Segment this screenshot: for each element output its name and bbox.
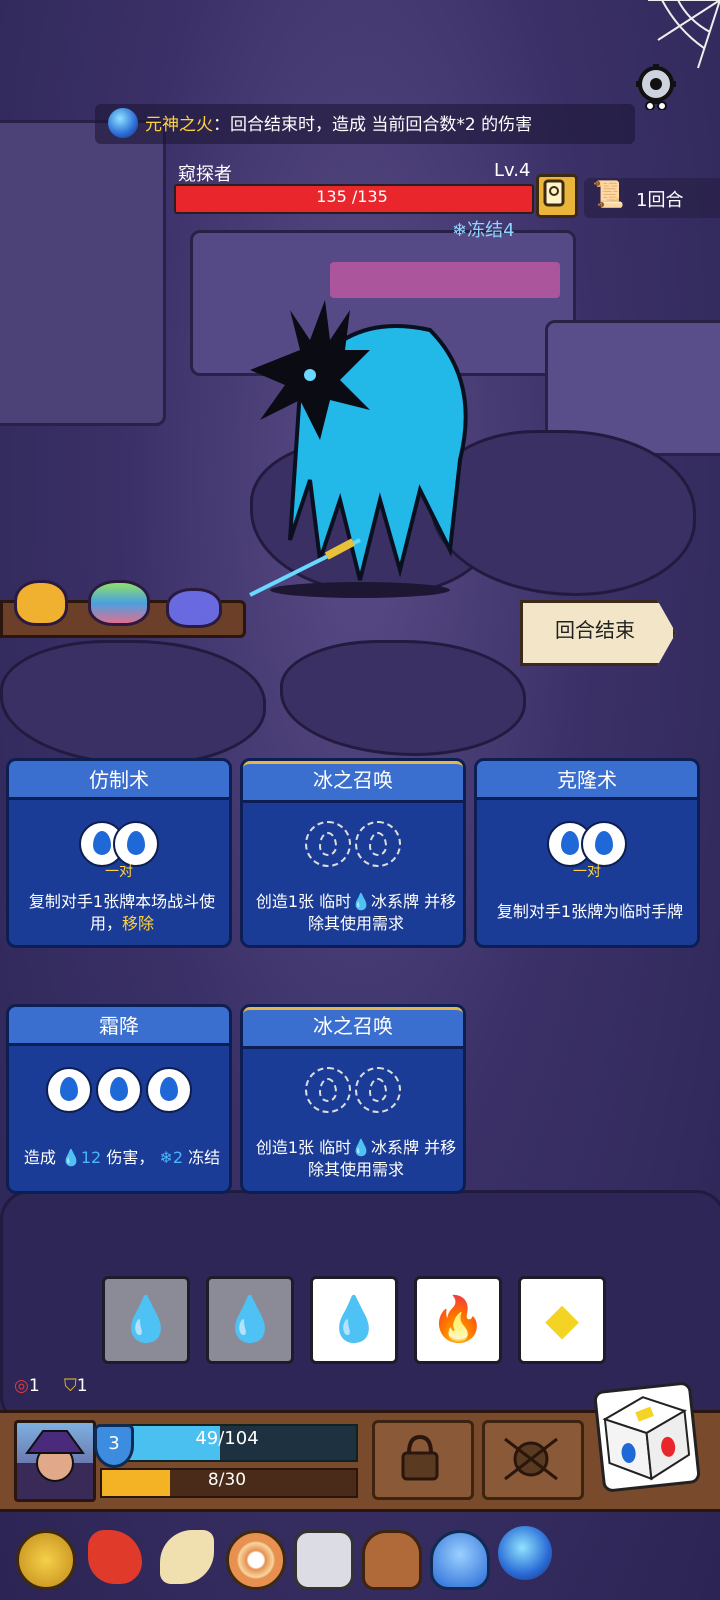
card-ice-summon[interactable]: 冰之召唤 创造1张 临时💧冰系牌 并移除其使用需求 [240,1004,466,1194]
water-drop-icon: 💧 [60,1148,81,1167]
card-description: 创造1张 临时💧冰系牌 并移除其使用需求 [251,891,461,935]
game-screen: 元神之火：回合结束时，造成 当前回合数*2 的伤害 窥探者 Lv.4 135 /… [0,0,720,1600]
diamond-icon: ◆ [545,1294,579,1345]
blue-spirit-flame-icon [108,108,138,138]
background-stone [0,640,266,766]
background-wall [0,120,166,426]
card-desc-text: 伤害， [106,1148,155,1167]
card-title: 克隆术 [557,768,617,792]
rainbow-potion-icon[interactable] [88,580,150,626]
card-description: 复制对手1张牌本场战斗使用，移除 [17,891,227,935]
card-clone[interactable]: 克隆术 一对 复制对手1张牌为临时手牌 [474,758,700,948]
player-hp-text: 49/104 [195,1428,259,1449]
defense-counter-value: 1 [76,1376,88,1396]
horn-icon[interactable] [160,1530,214,1584]
defense-counter: ⛉1 [64,1376,88,1396]
card-dice-requirement [243,821,463,867]
attack-counter: ◎1 [14,1376,40,1396]
blue-potion-icon[interactable] [166,588,222,628]
damage-value: 12 [80,1148,102,1167]
water-drop-icon [146,1067,192,1113]
die-water-used[interactable]: 💧 [102,1276,190,1364]
freeze-value: 2 [172,1148,184,1167]
card-title: 仿制术 [89,768,149,792]
enemy-name: 窥探者 [178,164,232,185]
info-scroll-icon[interactable] [536,174,578,218]
card-frostfall[interactable]: 霜降 造成 💧12 伤害， ❄2 冻结 [6,1004,232,1194]
empty-drop-slot-icon [355,821,401,867]
card-desc-text: 冻结 [188,1148,221,1167]
card-description: 造成 💧12 伤害， ❄2 冻结 [17,1147,227,1169]
blue-mushroom-icon[interactable] [430,1530,490,1590]
status-effect-name: 元神之火 [145,115,213,135]
empty-drop-slot-icon [305,821,351,867]
stone-tablet-icon[interactable] [294,1530,354,1590]
die-fire[interactable]: 🔥 [414,1276,502,1364]
empty-drop-slot-icon [305,1067,351,1113]
snowflake-icon: ❄ [452,220,468,241]
snowflake-icon: ❄ [159,1148,173,1167]
card-requirement-label: 一对 [573,864,601,880]
water-drop-icon [96,1067,142,1113]
locked-skill-slot[interactable] [372,1420,474,1500]
card-desc-keyword: 移除 [122,914,155,933]
water-drop-icon: 💧 [326,1294,382,1345]
card-desc-text: 造成 [23,1148,56,1167]
card-ice-summon[interactable]: 冰之召唤 创造1张 临时💧冰系牌 并移除其使用需求 [240,758,466,948]
gear-icon[interactable] [626,62,686,111]
card-title: 冰之召唤 [313,768,393,792]
status-effect-description: ：回合结束时，造成 当前回合数*2 的伤害 [213,115,533,135]
gold-coin-icon[interactable] [16,1530,76,1590]
background-stone [280,640,526,756]
water-drop-icon: 💧 [351,892,372,911]
card-title: 冰之召唤 [313,1014,393,1038]
freeze-status: ❄冻结4 [452,216,515,242]
water-drop-icon: 💧 [351,1138,372,1157]
ring-target-icon[interactable] [226,1530,286,1590]
die-water[interactable]: 💧 [310,1276,398,1364]
die-gold[interactable]: ◆ [518,1276,606,1364]
leather-bag-icon[interactable] [362,1530,422,1590]
shield-badge-icon: ⛉ [64,1376,77,1396]
water-drop-icon: 💧 [118,1294,174,1345]
empty-drop-slot-icon [355,1067,401,1113]
blue-spirit-icon[interactable] [498,1526,552,1580]
card-description: 复制对手1张牌为临时手牌 [496,902,684,921]
amber-potion-icon[interactable] [14,580,68,626]
freeze-label: 冻结4 [467,220,515,241]
locked-skill-slot[interactable] [482,1420,584,1500]
end-turn-label[interactable]: 回合结束 [520,614,670,643]
status-effect-text: 元神之火：回合结束时，造成 当前回合数*2 的伤害 [145,110,532,135]
enemy-monster[interactable] [230,290,490,600]
avatar[interactable] [14,1420,96,1502]
spider-web-icon [638,0,720,70]
player-xp-text: 8/30 [207,1470,247,1490]
water-drop-icon [46,1067,92,1113]
card-dice-requirement [243,1067,463,1113]
target-icon: ◎ [14,1376,29,1396]
card-title: 霜降 [99,1014,139,1038]
red-dragon-icon[interactable] [88,1530,142,1584]
fire-icon: 🔥 [430,1294,486,1345]
card-desc-text: 创造1张 临时 [255,892,352,911]
enemy-level: Lv.4 [494,160,531,181]
card-requirement-label: 一对 [105,864,133,880]
enemy-hp-text: 135 /135 [316,187,388,206]
scroll-icon: 📜 [592,180,625,210]
die-water-used[interactable]: 💧 [206,1276,294,1364]
turn-counter: 1回合 [636,190,684,211]
card-desc-text: 创造1张 临时 [255,1138,352,1157]
card-imitation[interactable]: 仿制术 一对 复制对手1张牌本场战斗使用，移除 [6,758,232,948]
dice-roll-icon[interactable] [592,1381,702,1493]
card-description: 创造1张 临时💧冰系牌 并移除其使用需求 [251,1137,461,1181]
attack-counter-value: 1 [28,1376,40,1396]
water-drop-icon: 💧 [222,1294,278,1345]
card-dice-requirement [9,1067,229,1113]
